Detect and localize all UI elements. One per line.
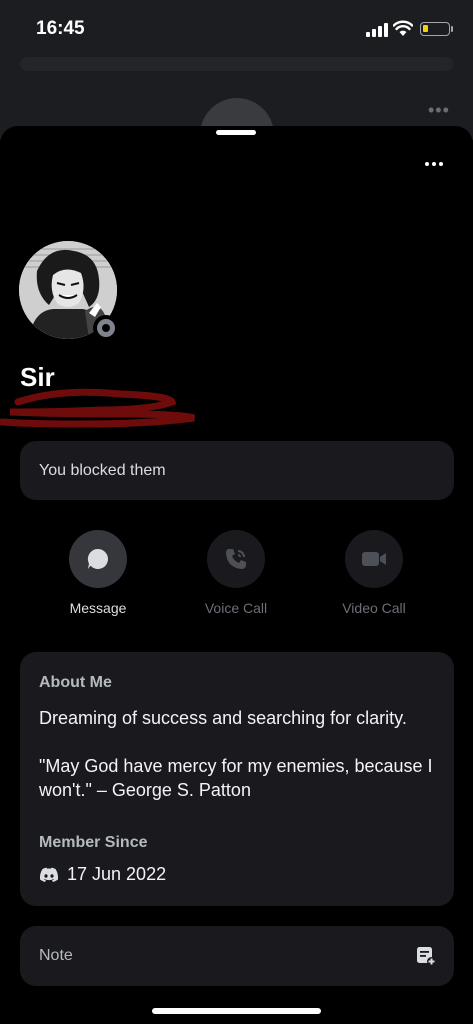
status-indicator (93, 315, 119, 341)
phone-icon (207, 530, 265, 588)
add-note-icon[interactable] (416, 946, 436, 966)
message-label: Message (69, 600, 127, 616)
cellular-signal-icon (366, 21, 388, 37)
about-me-line-2: "May God have mercy for my enemies, beca… (39, 756, 433, 800)
video-camera-icon (345, 530, 403, 588)
battery-nub (451, 26, 453, 32)
status-time: 16:45 (36, 18, 85, 39)
video-call-label: Video Call (342, 600, 406, 616)
member-since-title: Member Since (39, 834, 148, 851)
discord-logo-icon (39, 867, 59, 882)
wifi-icon (393, 20, 413, 36)
home-indicator (152, 1008, 321, 1014)
voice-call-button[interactable]: Voice Call (186, 530, 286, 616)
voice-call-label: Voice Call (204, 600, 268, 616)
status-bar: 16:45 (0, 0, 473, 60)
blocked-notice-card: You blocked them (20, 441, 454, 500)
note-label: Note (39, 947, 73, 964)
message-bubble-icon (69, 530, 127, 588)
sheet-grabber[interactable] (216, 130, 256, 135)
about-me-title: About Me (39, 674, 112, 691)
blocked-notice: You blocked them (39, 462, 166, 479)
note-card[interactable]: Note (20, 926, 454, 986)
background-bar (20, 57, 453, 71)
background-more-icon: ••• (428, 100, 450, 120)
redacted-username-scribble (0, 388, 195, 428)
video-call-button[interactable]: Video Call (324, 530, 424, 616)
message-button[interactable]: Message (48, 530, 148, 616)
more-options-button[interactable] (422, 152, 446, 176)
battery-level (423, 25, 428, 32)
member-since-row: 17 Jun 2022 (39, 864, 166, 885)
battery-icon (420, 22, 450, 36)
member-since-date: 17 Jun 2022 (67, 864, 167, 884)
about-me-line-1: Dreaming of success and searching for cl… (39, 708, 407, 728)
about-me-card: About Me Dreaming of success and searchi… (20, 652, 454, 906)
offline-status-icon (97, 319, 115, 337)
